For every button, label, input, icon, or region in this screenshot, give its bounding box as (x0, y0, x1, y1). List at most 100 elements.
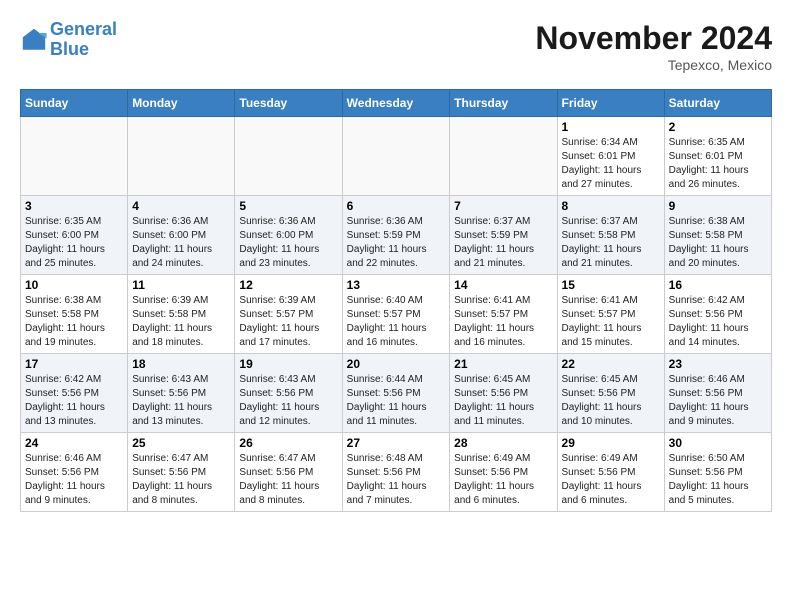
daylight-hours: Daylight: 11 hours (347, 323, 427, 334)
daylight-hours: Daylight: 11 hours (669, 402, 749, 413)
day-number: 10 (25, 278, 123, 292)
daylight-hours: Daylight: 11 hours (347, 402, 427, 413)
daylight-hours: Daylight: 11 hours (239, 402, 319, 413)
calendar-cell: 12Sunrise: 6:39 AMSunset: 5:57 PMDayligh… (235, 275, 342, 354)
daylight-hours: Daylight: 11 hours (454, 323, 534, 334)
daylight-hours: Daylight: 11 hours (25, 244, 105, 255)
day-number: 22 (562, 357, 660, 371)
day-info: Sunrise: 6:43 AMSunset: 5:56 PMDaylight:… (132, 373, 230, 429)
day-number: 8 (562, 199, 660, 213)
daylight-hours: Daylight: 11 hours (454, 244, 534, 255)
daylight-hours: Daylight: 11 hours (669, 244, 749, 255)
day-info: Sunrise: 6:44 AMSunset: 5:56 PMDaylight:… (347, 373, 446, 429)
day-number: 11 (132, 278, 230, 292)
day-number: 24 (25, 436, 123, 450)
daylight-hours: Daylight: 11 hours (562, 323, 642, 334)
day-number: 2 (669, 120, 767, 134)
weekday-header-row: SundayMondayTuesdayWednesdayThursdayFrid… (21, 90, 772, 117)
daylight-hours: Daylight: 11 hours (25, 402, 105, 413)
calendar-cell: 2 Sunrise: 6:35 AMSunset: 6:01 PMDaylight… (664, 117, 771, 196)
daylight-hours: Daylight: 11 hours (669, 165, 749, 176)
calendar-cell: 20 Sunrise: 6:44 AMSunset: 5:56 PMDayligh… (342, 354, 450, 433)
day-info: Sunrise: 6:49 AMSunset: 5:56 PMDaylight:… (562, 452, 660, 508)
day-info: Sunrise: 6:48 AMSunset: 5:56 PMDaylight:… (347, 452, 446, 508)
weekday-header-tuesday: Tuesday (235, 90, 342, 117)
header: General Blue November 2024 Tepexco, Mexi… (20, 20, 772, 73)
calendar-cell: 13Sunrise: 6:40 AMSunset: 5:57 PMDayligh… (342, 275, 450, 354)
day-number: 18 (132, 357, 230, 371)
day-info: Sunrise: 6:36 AMSunset: 5:59 PMDaylight:… (347, 215, 446, 271)
daylight-hours: Daylight: 11 hours (669, 323, 749, 334)
day-number: 30 (669, 436, 767, 450)
logo-icon (20, 26, 48, 54)
logo: General Blue (20, 20, 117, 60)
logo-text: General Blue (50, 20, 117, 60)
calendar-cell: 15Sunrise: 6:41 AMSunset: 5:57 PMDayligh… (557, 275, 664, 354)
day-info: Sunrise: 6:46 AMSunset: 5:56 PMDaylight:… (669, 373, 767, 429)
day-info: Sunrise: 6:36 AMSunset: 6:00 PMDaylight:… (239, 215, 337, 271)
day-info: Sunrise: 6:39 AMSunset: 5:57 PMDaylight:… (239, 294, 337, 350)
weekday-header-sunday: Sunday (21, 90, 128, 117)
day-info: Sunrise: 6:43 AMSunset: 5:56 PMDaylight:… (239, 373, 337, 429)
day-info: Sunrise: 6:39 AMSunset: 5:58 PMDaylight:… (132, 294, 230, 350)
day-number: 23 (669, 357, 767, 371)
day-info: Sunrise: 6:41 AMSunset: 5:57 PMDaylight:… (454, 294, 552, 350)
calendar-cell: 23 Sunrise: 6:46 AMSunset: 5:56 PMDayligh… (664, 354, 771, 433)
calendar-cell: 28Sunrise: 6:49 AMSunset: 5:56 PMDayligh… (450, 433, 557, 512)
daylight-hours: Daylight: 11 hours (25, 481, 105, 492)
day-info: Sunrise: 6:42 AMSunset: 5:56 PMDaylight:… (669, 294, 767, 350)
calendar-week-row: 1Sunrise: 6:34 AMSunset: 6:01 PMDaylight… (21, 117, 772, 196)
calendar-week-row: 17 Sunrise: 6:42 AMSunset: 5:56 PMDayligh… (21, 354, 772, 433)
calendar-cell: 16 Sunrise: 6:42 AMSunset: 5:56 PMDayligh… (664, 275, 771, 354)
day-number: 17 (25, 357, 123, 371)
day-info: Sunrise: 6:35 AMSunset: 6:00 PMDaylight:… (25, 215, 123, 271)
logo-line1: General (50, 19, 117, 39)
calendar-cell (450, 117, 557, 196)
day-number: 13 (347, 278, 446, 292)
daylight-hours: Daylight: 11 hours (239, 244, 319, 255)
calendar-cell: 3Sunrise: 6:35 AMSunset: 6:00 PMDaylight… (21, 196, 128, 275)
calendar-cell: 14Sunrise: 6:41 AMSunset: 5:57 PMDayligh… (450, 275, 557, 354)
calendar-cell: 30 Sunrise: 6:50 AMSunset: 5:56 PMDayligh… (664, 433, 771, 512)
calendar-cell: 27 Sunrise: 6:48 AMSunset: 5:56 PMDayligh… (342, 433, 450, 512)
calendar-cell: 7 Sunrise: 6:37 AMSunset: 5:59 PMDaylight… (450, 196, 557, 275)
daylight-hours: Daylight: 11 hours (132, 481, 212, 492)
day-number: 27 (347, 436, 446, 450)
calendar-cell: 18 Sunrise: 6:43 AMSunset: 5:56 PMDayligh… (128, 354, 235, 433)
calendar-week-row: 3Sunrise: 6:35 AMSunset: 6:00 PMDaylight… (21, 196, 772, 275)
day-info: Sunrise: 6:41 AMSunset: 5:57 PMDaylight:… (562, 294, 660, 350)
title-block: November 2024 Tepexco, Mexico (535, 20, 772, 73)
day-info: Sunrise: 6:37 AMSunset: 5:58 PMDaylight:… (562, 215, 660, 271)
daylight-hours: Daylight: 11 hours (25, 323, 105, 334)
calendar-cell (342, 117, 450, 196)
day-number: 16 (669, 278, 767, 292)
day-number: 7 (454, 199, 552, 213)
weekday-header-saturday: Saturday (664, 90, 771, 117)
calendar-cell: 11 Sunrise: 6:39 AMSunset: 5:58 PMDayligh… (128, 275, 235, 354)
logo-line2: Blue (50, 39, 89, 59)
day-info: Sunrise: 6:47 AMSunset: 5:56 PMDaylight:… (132, 452, 230, 508)
calendar-cell: 4Sunrise: 6:36 AMSunset: 6:00 PMDaylight… (128, 196, 235, 275)
daylight-hours: Daylight: 11 hours (132, 323, 212, 334)
daylight-hours: Daylight: 11 hours (454, 402, 534, 413)
day-number: 6 (347, 199, 446, 213)
day-info: Sunrise: 6:35 AMSunset: 6:01 PMDaylight:… (669, 136, 767, 192)
location: Tepexco, Mexico (535, 57, 772, 73)
calendar-cell: 9Sunrise: 6:38 AMSunset: 5:58 PMDaylight… (664, 196, 771, 275)
day-number: 20 (347, 357, 446, 371)
daylight-hours: Daylight: 11 hours (132, 244, 212, 255)
daylight-hours: Daylight: 11 hours (562, 244, 642, 255)
day-info: Sunrise: 6:47 AMSunset: 5:56 PMDaylight:… (239, 452, 337, 508)
calendar-cell (235, 117, 342, 196)
day-info: Sunrise: 6:50 AMSunset: 5:56 PMDaylight:… (669, 452, 767, 508)
calendar-week-row: 24 Sunrise: 6:46 AMSunset: 5:56 PMDayligh… (21, 433, 772, 512)
day-info: Sunrise: 6:42 AMSunset: 5:56 PMDaylight:… (25, 373, 123, 429)
day-number: 29 (562, 436, 660, 450)
calendar-cell (21, 117, 128, 196)
weekday-header-monday: Monday (128, 90, 235, 117)
calendar-cell: 26Sunrise: 6:47 AMSunset: 5:56 PMDayligh… (235, 433, 342, 512)
day-info: Sunrise: 6:37 AMSunset: 5:59 PMDaylight:… (454, 215, 552, 271)
calendar-cell: 29 Sunrise: 6:49 AMSunset: 5:56 PMDayligh… (557, 433, 664, 512)
day-info: Sunrise: 6:46 AMSunset: 5:56 PMDaylight:… (25, 452, 123, 508)
daylight-hours: Daylight: 11 hours (562, 402, 642, 413)
